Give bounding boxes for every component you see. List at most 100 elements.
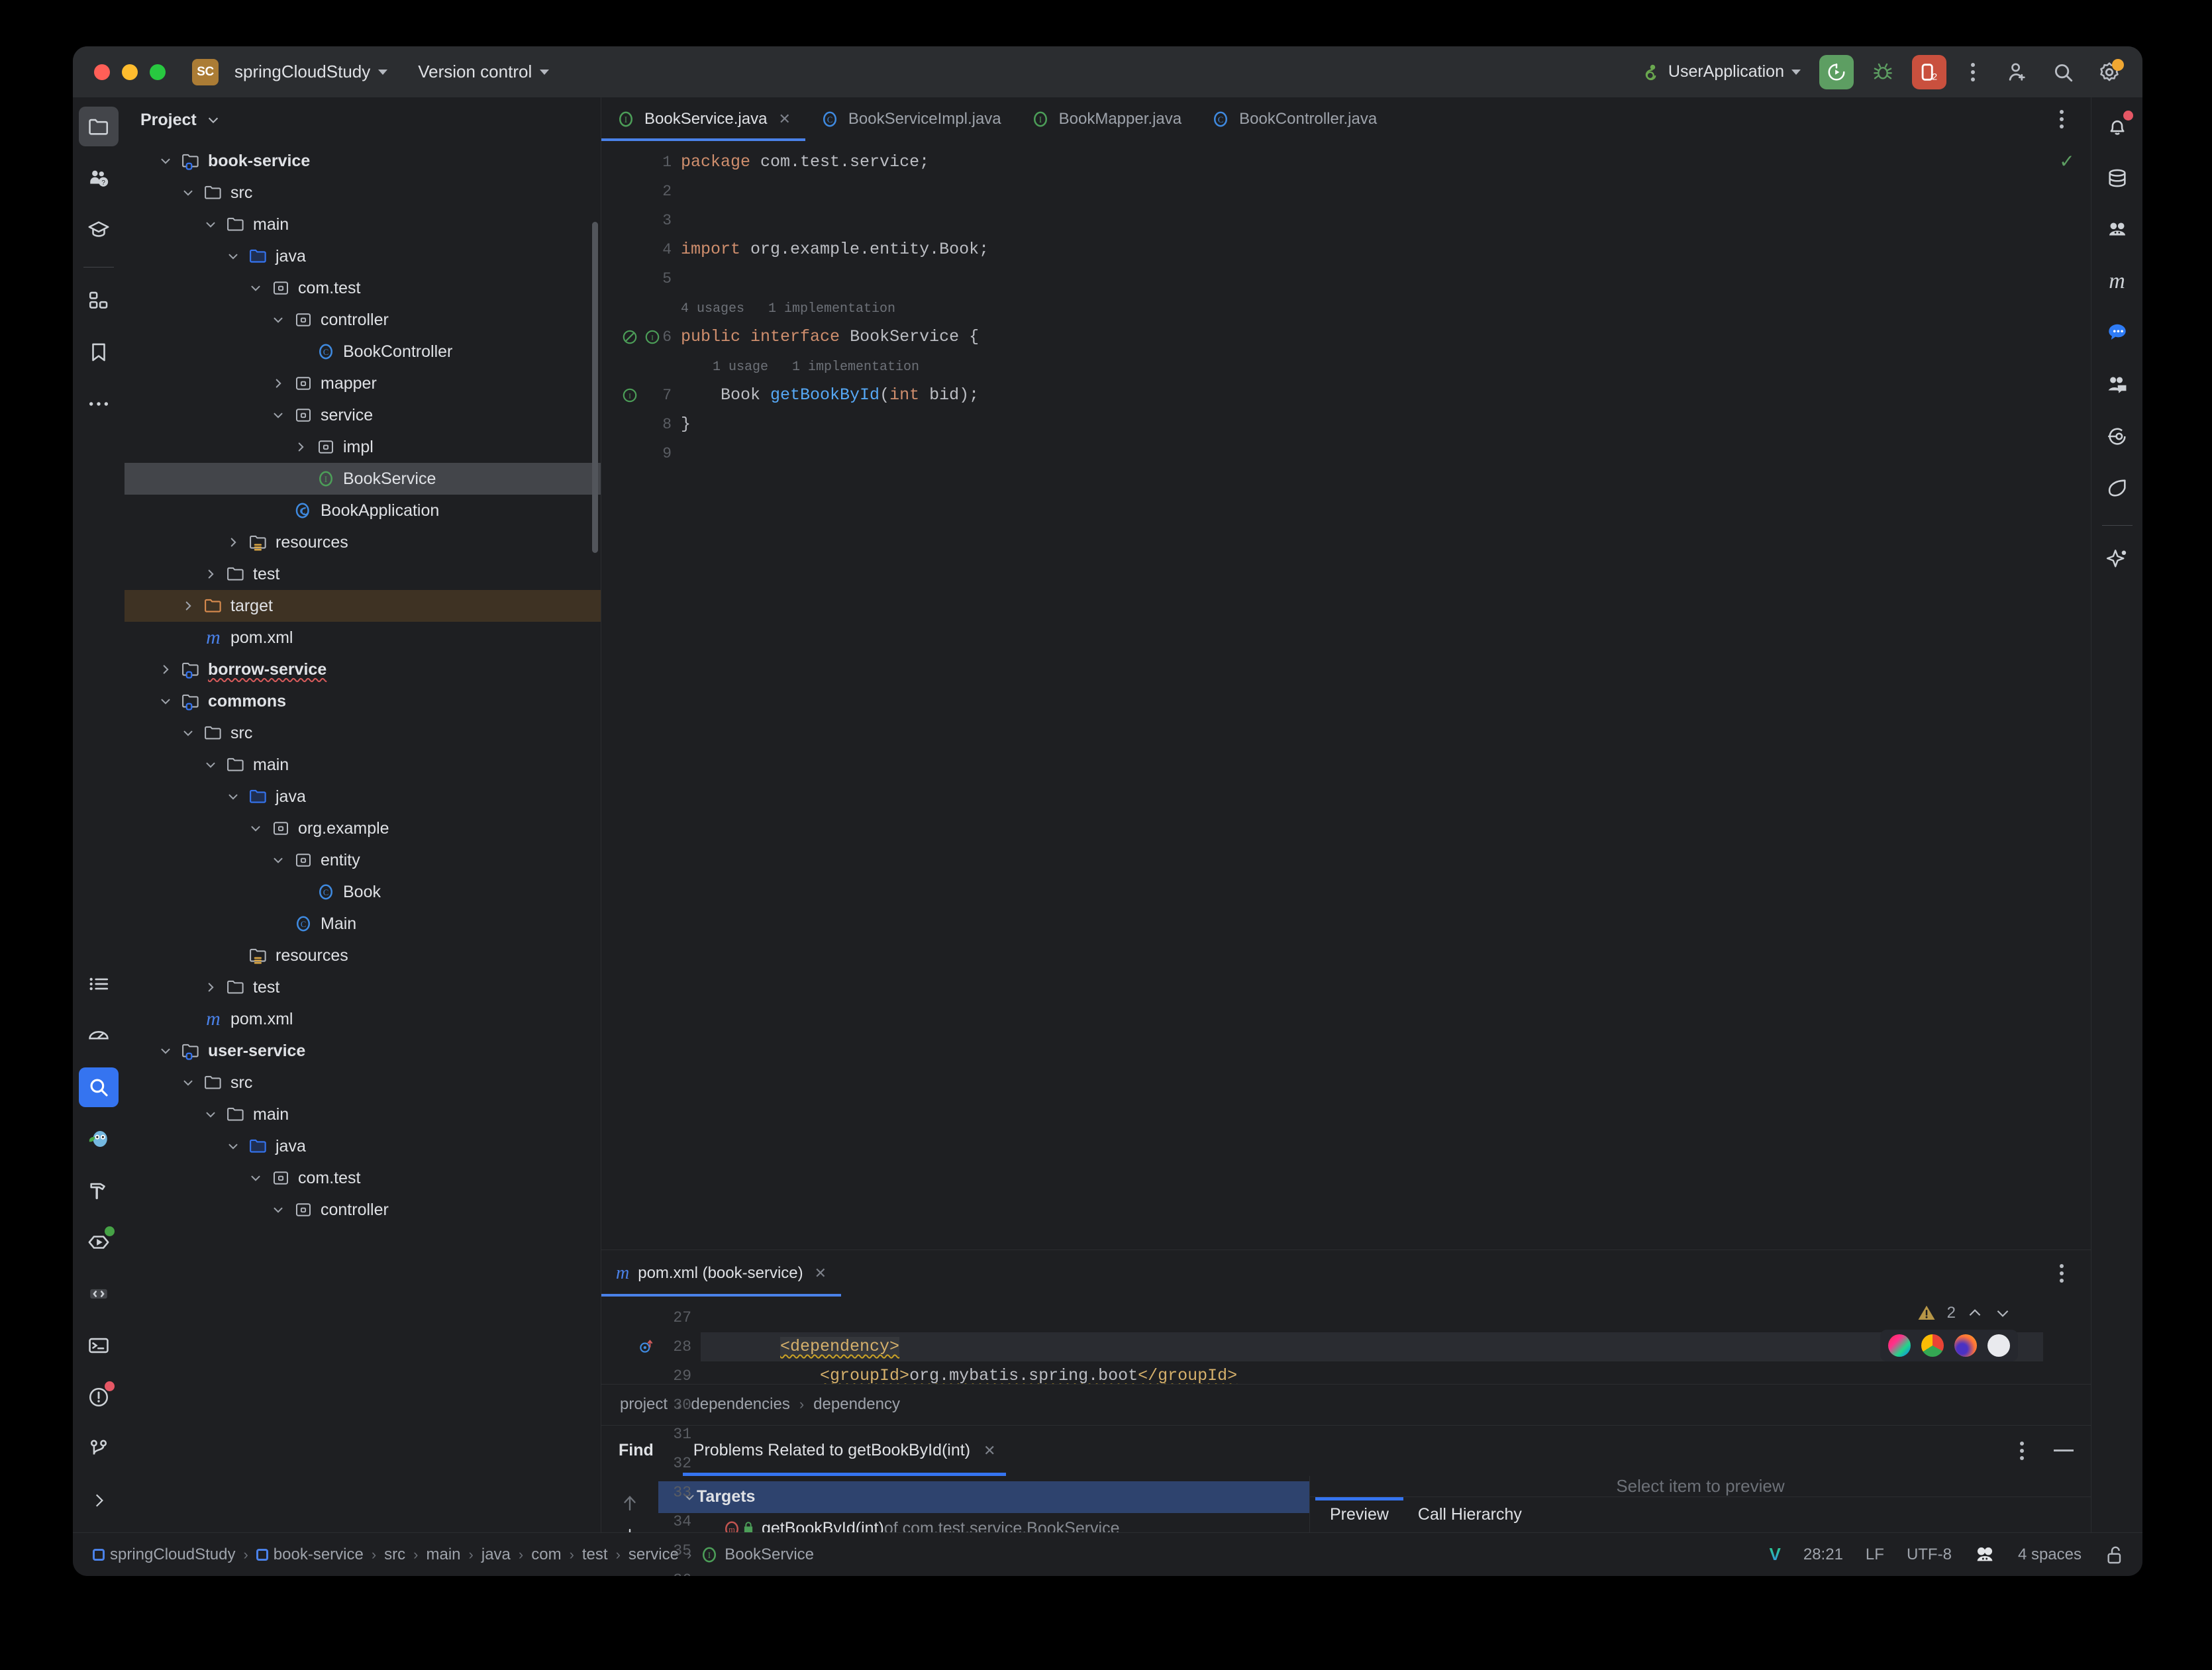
sidebar-item-ai-assistant[interactable]: ? [79,158,119,198]
chrome-icon[interactable] [1921,1334,1944,1357]
tree-node-book-service[interactable]: book-service [125,145,601,177]
tree-toggle[interactable] [221,535,245,550]
sidebar-item-spring-leaf[interactable] [2097,468,2137,508]
close-icon[interactable]: ✕ [815,1265,827,1282]
tree-node-service[interactable]: service [125,399,601,431]
pom-breadcrumb[interactable]: project›dependencies›dependency [601,1384,2091,1425]
tree-node-resources[interactable]: resources [125,526,601,558]
browser-preview-bar[interactable] [1880,1330,2018,1361]
editor-tab-bookcontroller-java[interactable]: CBookController.java [1196,97,1391,141]
tab-problems-related[interactable]: Problems Related to getBookById(int) ✕ [683,1426,1007,1476]
sidebar-item-maven[interactable]: m [2097,262,2137,301]
tree-node-src[interactable]: src [125,177,601,209]
tree-toggle[interactable] [176,599,200,613]
sidebar-item-more[interactable] [79,384,119,424]
tree-node-main[interactable]: CMain [125,908,601,940]
chevron-down-icon[interactable] [1994,1304,2011,1322]
sidebar-item-history[interactable] [2097,417,2137,456]
tree-toggle[interactable] [176,726,200,740]
pom-tab-bar[interactable]: m pom.xml (book-service) ✕ [601,1250,2091,1297]
tree-node-resources[interactable]: resources [125,940,601,971]
tree-node-main[interactable]: main [125,749,601,781]
caret-position[interactable]: 28:21 [1803,1546,1843,1564]
sidebar-item-database[interactable] [2097,158,2137,198]
pom-inspection-widget[interactable]: 2 [1917,1303,2011,1323]
tree-node-test[interactable]: test [125,971,601,1003]
preview-tab-bar[interactable]: PreviewCall Hierarchy [1310,1497,2091,1532]
tree-node-main[interactable]: main [125,1099,601,1130]
tree-toggle[interactable] [199,217,223,232]
sidebar-item-problems[interactable] [79,1377,119,1417]
version-control-dropdown[interactable]: Version control [411,58,556,86]
tree-node-java[interactable]: java [125,781,601,812]
java-code-view[interactable]: 123456I7I89 package com.test.service;imp… [601,141,2091,1250]
tree-toggle[interactable] [244,281,268,295]
preview-tab-preview[interactable]: Preview [1315,1497,1403,1532]
editor-tabs-options-button[interactable] [2047,97,2091,141]
tree-toggle[interactable] [199,758,223,772]
vim-mode-indicator[interactable]: V [1770,1544,1781,1565]
file-encoding[interactable]: UTF-8 [1907,1546,1952,1564]
tree-toggle[interactable] [221,249,245,264]
status-breadcrumb-item[interactable]: book-service [256,1546,364,1564]
implemented-icon[interactable]: I [621,387,638,404]
tree-node-main[interactable]: main [125,209,601,240]
ide-mascot-icon[interactable] [1974,1545,1995,1565]
tree-node-java[interactable]: java [125,1130,601,1162]
sidebar-item-profiler[interactable] [79,1016,119,1056]
pom-editor-inspection-rail[interactable] [2043,1297,2091,1384]
tree-toggle[interactable] [176,1075,200,1090]
java-editor-inspection-rail[interactable]: ✓ [2043,141,2091,1250]
pom-code-view[interactable]: 2 272829303132333435363 [601,1297,2091,1384]
status-breadcrumb-item[interactable]: com [531,1546,561,1564]
tree-toggle[interactable] [199,1107,223,1122]
tab-pom-xml[interactable]: m pom.xml (book-service) ✕ [601,1250,841,1297]
tree-toggle[interactable] [266,853,290,867]
tree-toggle[interactable] [244,1171,268,1185]
tree-node-target[interactable]: target [125,590,601,622]
editor-tab-bookmapper-java[interactable]: IBookMapper.java [1016,97,1196,141]
sidebar-item-learn[interactable] [79,210,119,250]
status-breadcrumb-item[interactable]: src [384,1546,405,1564]
breadcrumb-item[interactable]: dependency [813,1395,900,1414]
java-editor-content[interactable]: package com.test.service;import org.exam… [681,141,2043,1250]
add-user-button[interactable] [1999,55,2034,89]
project-name-dropdown[interactable]: springCloudStudy [228,58,394,86]
tree-toggle[interactable] [154,154,177,168]
pom-tabs-options-button[interactable] [2047,1264,2091,1283]
sidebar-item-code-with-me[interactable] [2097,365,2137,405]
sidebar-item-notifications[interactable] [2097,107,2137,146]
run-configuration-selector[interactable]: UserApplication [1634,59,1807,85]
project-panel-header[interactable]: Project [125,97,601,142]
tree-toggle[interactable] [176,185,200,200]
tree-toggle[interactable] [221,1139,245,1154]
tree-node-com-test[interactable]: com.test [125,1162,601,1194]
implemented-icon[interactable]: I [644,328,661,346]
sidebar-item-chat[interactable] [2097,313,2137,353]
tree-node-impl[interactable]: impl [125,431,601,463]
sidebar-item-git[interactable] [79,1429,119,1469]
tree-node-java[interactable]: java [125,240,601,272]
find-results-tree[interactable]: TargetsmgetBookById(int) of com.test.ser… [658,1476,1309,1532]
firefox-icon[interactable] [1954,1334,1977,1357]
tree-node-test[interactable]: test [125,558,601,590]
tree-node-org-example[interactable]: org.example [125,812,601,844]
settings-button[interactable] [2092,55,2127,89]
tree-node-mapper[interactable]: mapper [125,368,601,399]
sidebar-item-spring[interactable] [79,1119,119,1159]
tree-toggle[interactable] [266,408,290,422]
maven-dependency-icon[interactable] [638,1338,655,1355]
tree-node-bookcontroller[interactable]: CBookController [125,336,601,368]
close-icon[interactable]: ✕ [778,111,790,128]
chevron-up-icon[interactable] [1966,1304,1984,1322]
tree-node-user-service[interactable]: user-service [125,1035,601,1067]
status-breadcrumb-item[interactable]: springCloudStudy [93,1546,235,1564]
tree-toggle[interactable] [199,980,223,995]
intellij-icon[interactable] [1888,1334,1911,1357]
sidebar-item-expand[interactable] [79,1481,119,1520]
tree-node-com-test[interactable]: com.test [125,272,601,304]
tree-node-bookapplication[interactable]: CBookApplication [125,495,601,526]
editor-tab-bar[interactable]: IBookService.java✕CBookServiceImpl.javaI… [601,97,2091,141]
tree-node-src[interactable]: src [125,717,601,749]
java-editor-gutter[interactable]: 123456I7I89 [601,141,681,1250]
